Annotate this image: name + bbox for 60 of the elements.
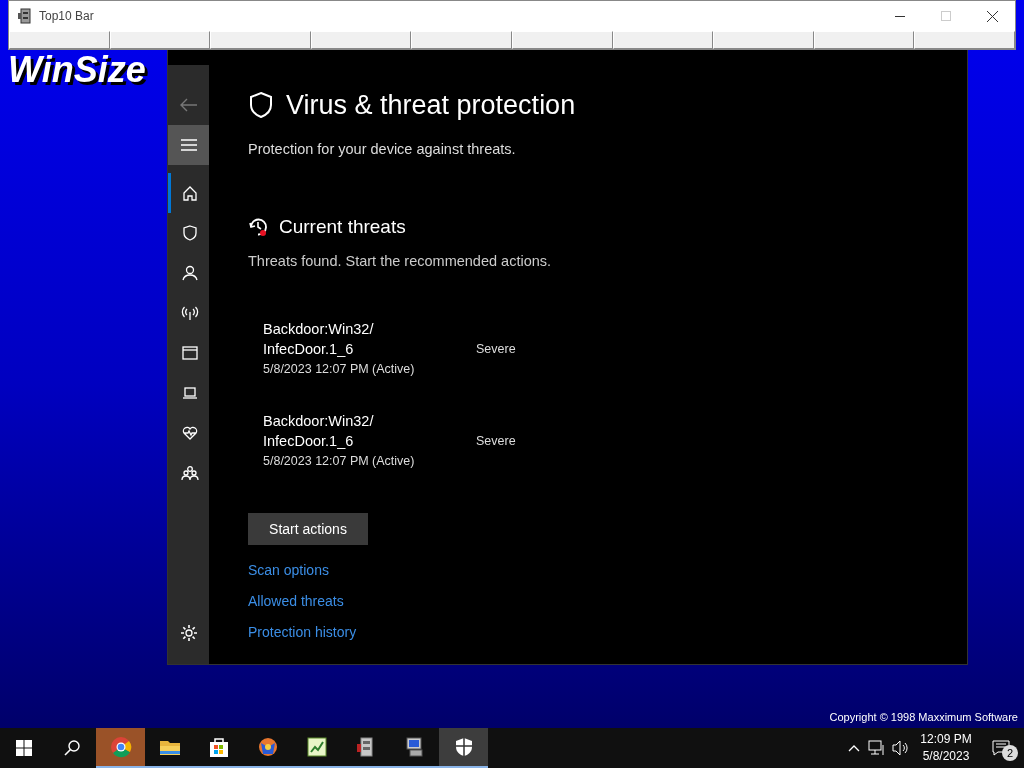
menu-icon [180,139,197,151]
clock-date[interactable]: 5/8/2023 [922,748,970,765]
minimize-icon [895,15,905,17]
bar-slot[interactable] [813,31,915,49]
bar-slot[interactable] [511,31,613,49]
laptop-icon [181,384,199,402]
globe-icon [256,736,279,758]
threat-name: Backdoor:Win32/ InfecDoor.1_6 [263,320,375,359]
start-actions-button[interactable]: Start actions [248,513,368,545]
home-icon [181,184,199,202]
windows-icon [16,740,32,756]
volume-icon [892,740,910,756]
store-icon [207,736,230,758]
chrome-icon [109,736,132,758]
link[interactable]: Protection history [248,623,357,641]
section-title: Current threats [279,214,406,239]
bar-slot[interactable] [210,31,311,49]
threat-time: 5/8/2023 12:07 PM (Active) [263,361,416,378]
chevron-up-icon [848,744,860,752]
bar-slot[interactable] [109,31,211,49]
back-arrow-icon [179,98,198,112]
copyright-text: Copyright © 1998 Maxximum Software [829,710,1018,725]
notifications-button[interactable]: 2 [978,728,1024,768]
maximize-icon [941,11,951,21]
taskbar-app[interactable] [439,728,488,768]
wireless-icon [181,304,199,322]
bar-slot[interactable] [612,31,714,49]
shield-icon [248,91,274,119]
person-icon [181,264,199,282]
bar-slot[interactable] [9,31,110,49]
notification-badge: 2 [1002,745,1018,761]
clock-alert-icon [248,216,269,238]
network-icon [868,740,886,756]
settings-icon [179,624,198,642]
bar-slot[interactable] [914,31,1015,49]
window-icon [181,344,199,362]
section-text: Threats found. Start the recommended actions. [248,252,553,272]
threat-severity: Severe [476,432,516,450]
threat-time: 5/8/2023 12:07 PM (Active) [263,453,416,470]
chart-icon [305,736,328,758]
link[interactable]: Allowed threats [248,592,344,610]
menu-button[interactable] [168,125,209,165]
bar-slot[interactable] [713,31,814,49]
heart-icon [181,424,199,442]
close-icon [986,10,998,22]
threat-name: Backdoor:Win32/ InfecDoor.1_6 [263,412,375,451]
bar-slot[interactable] [310,31,412,49]
family-icon [181,464,199,482]
window-title: Top10 Bar [39,8,94,25]
clock-time[interactable]: 12:09 PM [920,731,972,748]
desktop-logo: WinSize [8,52,146,88]
page-subtitle: Protection for your device against threats. [248,140,517,159]
bar-slot[interactable] [411,31,512,49]
page-title: Virus & threat protection [286,91,576,119]
threat-severity: Severe [476,340,516,358]
link[interactable]: Scan options [248,561,329,579]
app-icon [17,8,33,24]
shield-icon [181,224,199,242]
computer-icon [403,736,426,758]
search-icon [64,740,80,756]
